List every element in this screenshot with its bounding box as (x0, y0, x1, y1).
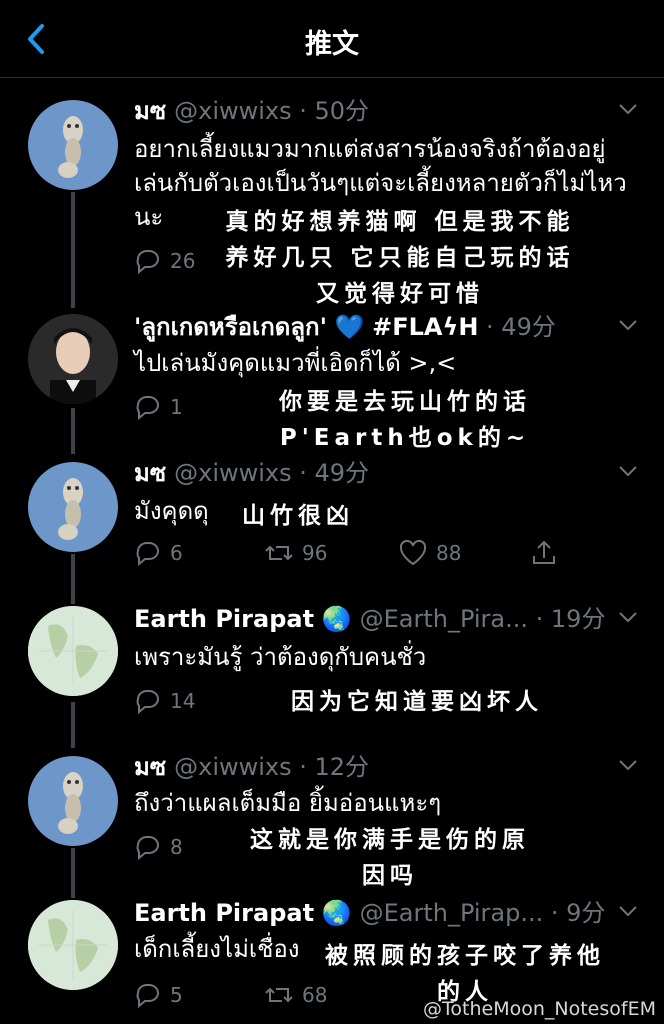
cat-avatar-icon (58, 116, 83, 178)
globe-avatar-icon (28, 606, 118, 696)
chevron-down-icon[interactable] (618, 904, 638, 918)
reply-count: 5 (170, 983, 183, 1007)
tweet[interactable]: มซ @xiwwixs · 49分 มังคุดดุ 6 96 88 山竹很凶 (0, 458, 664, 578)
timestamp[interactable]: 19分 (551, 605, 606, 633)
avatar[interactable] (28, 900, 118, 990)
avatar[interactable] (28, 100, 118, 190)
like-count: 88 (436, 541, 462, 565)
reply-count: 1 (170, 395, 183, 419)
tweet-text: ถึงว่าแผลเต็มมือ ยิ้มอ่อนแหะๆ (134, 789, 442, 817)
watermark: @TotheMoon_NotesofEM (423, 998, 656, 1020)
heart-icon (399, 539, 427, 566)
reply-button[interactable]: 14 (134, 686, 195, 716)
page-title: 推文 (305, 29, 359, 60)
subtitle: 因为它知道要凶坏人 (291, 689, 543, 715)
display-name[interactable]: มซ (134, 97, 166, 125)
tweet-header: Earth Pirapat 🌏 @Earth_Pirap... · 9分 (134, 899, 606, 927)
retweet-count: 96 (302, 541, 328, 565)
username[interactable]: @Earth_Pirap... (360, 899, 544, 927)
reply-button[interactable]: 5 (134, 980, 183, 1010)
tweet-header: มซ @xiwwixs · 49分 (134, 459, 370, 487)
tweet-text: มังคุดดุ (134, 497, 209, 525)
tweet-header: Earth Pirapat 🌏 @Earth_Pira... · 19分 (134, 605, 606, 633)
timestamp[interactable]: 49分 (501, 313, 556, 341)
reply-icon (136, 542, 159, 567)
top-bar: 推文 (0, 0, 664, 78)
reply-button[interactable]: 8 (134, 832, 183, 862)
display-name[interactable]: มซ (134, 753, 166, 781)
tweet[interactable]: Earth Pirapat 🌏 @Earth_Pira... · 19分 เพรา… (0, 604, 664, 734)
avatar[interactable] (28, 756, 118, 846)
username[interactable]: @xiwwixs (174, 97, 292, 125)
cat-avatar-icon (58, 772, 83, 834)
display-name-suffix[interactable]: #FLAϟH (372, 313, 478, 341)
display-name[interactable]: Earth Pirapat (134, 605, 314, 633)
tweet-text: เด็กเลี้ยงไม่เชื่อง (134, 935, 300, 963)
reply-count: 6 (170, 541, 183, 565)
subtitle: 山竹很凶 (242, 503, 354, 529)
avatar[interactable] (28, 606, 118, 696)
timestamp[interactable]: 12分 (315, 753, 370, 781)
reply-button[interactable]: 6 (134, 538, 183, 568)
chevron-down-icon[interactable] (618, 758, 638, 772)
timestamp[interactable]: 9分 (566, 899, 605, 927)
tweet-header: มซ @xiwwixs · 50分 (134, 97, 370, 125)
globe-emoji-icon: 🌏 (321, 899, 352, 927)
timestamp[interactable]: 50分 (315, 97, 370, 125)
chevron-down-icon[interactable] (618, 318, 638, 332)
share-icon (533, 540, 555, 564)
tweet-header: 'ลูกเกดหรือเกดลูก' 💙 #FLAϟH · 49分 (134, 313, 556, 341)
tweet-header: มซ @xiwwixs · 12分 (134, 753, 370, 781)
username[interactable]: @Earth_Pira... (360, 605, 528, 633)
tweet-text: เพราะมันรู้ ว่าต้องดุกับคนชั่ว (134, 643, 427, 671)
retweet-icon (265, 987, 293, 1003)
username[interactable]: @xiwwixs (174, 753, 292, 781)
reply-count: 14 (170, 689, 196, 713)
tweet[interactable]: มซ @xiwwixs · 12分 ถึงว่าแผลเต็มมือ ยิ้มอ่… (0, 752, 664, 889)
subtitle: 这就是你满手是伤的原 因吗 (250, 827, 530, 889)
tweet[interactable]: มซ @xiwwixs · 50分 อยากเลี้ยงแมวมากแต่สงสา… (0, 96, 664, 307)
avatar[interactable] (28, 462, 118, 552)
display-name[interactable]: 'ลูกเกดหรือเกดลูก' (134, 313, 327, 341)
retweet-icon (265, 545, 293, 561)
chevron-down-icon[interactable] (618, 610, 638, 624)
tweet-text: ไปเล่นมังคุดแมวพี่เอิดก็ได้ >,< (134, 349, 457, 377)
subtitle: 你要是去玩山竹的话 P'Earth也ok的~ (279, 389, 531, 451)
subtitle: 真的好想养猫啊 但是我不能 养好几只 它只能自己玩的话 又觉得好可惜 (225, 209, 575, 307)
share-button[interactable] (530, 538, 558, 568)
retweet-button[interactable]: 96 (264, 538, 327, 568)
display-name[interactable]: Earth Pirapat (134, 899, 314, 927)
reply-icon (136, 396, 159, 421)
reply-count: 8 (170, 835, 183, 859)
tweet-actions: 6 96 88 (134, 538, 634, 568)
globe-avatar-icon (28, 900, 118, 990)
timestamp[interactable]: 49分 (315, 459, 370, 487)
person-avatar-icon (28, 314, 118, 404)
like-button[interactable]: 88 (398, 538, 461, 568)
reply-icon (136, 250, 159, 275)
reply-icon (136, 984, 159, 1009)
cat-avatar-icon (58, 478, 83, 540)
globe-emoji-icon: 🌏 (321, 605, 352, 633)
display-name[interactable]: มซ (134, 459, 166, 487)
chevron-down-icon[interactable] (618, 102, 638, 116)
username[interactable]: @xiwwixs (174, 459, 292, 487)
reply-button[interactable]: 1 (134, 392, 183, 422)
chevron-down-icon[interactable] (618, 464, 638, 478)
avatar[interactable] (28, 314, 118, 404)
reply-icon (136, 836, 159, 861)
reply-icon (136, 690, 159, 715)
blue-heart-icon: 💙 (334, 313, 365, 341)
tweet[interactable]: 'ลูกเกดหรือเกดลูก' 💙 #FLAϟH · 49分 ไปเล่น… (0, 312, 664, 452)
